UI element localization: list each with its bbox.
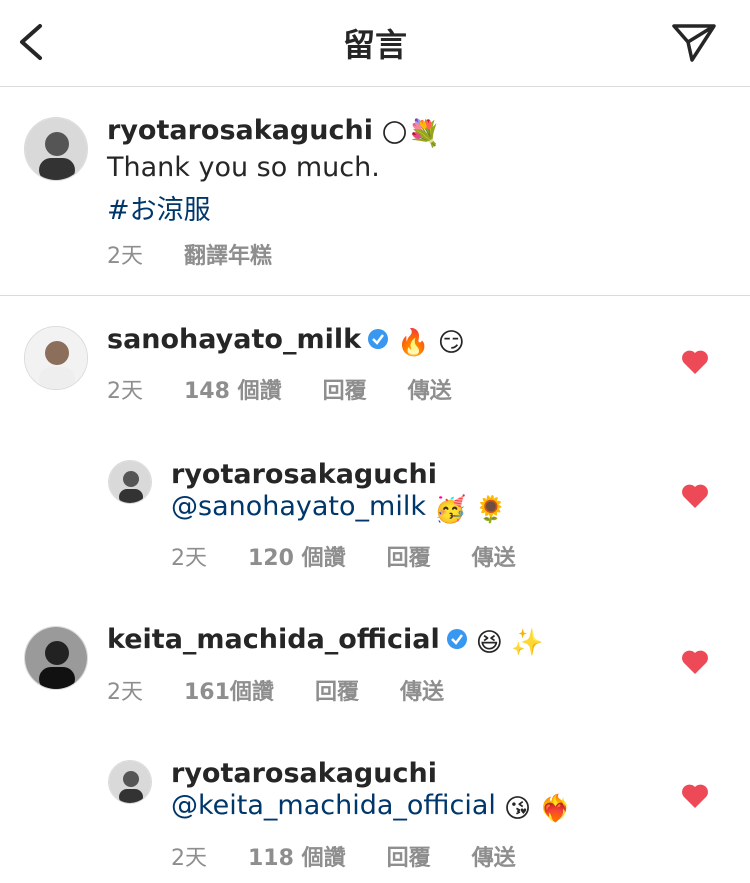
translate-link[interactable]: 翻譯年糕	[184, 244, 272, 269]
comment-username[interactable]: ryotarosakaguchi	[171, 459, 437, 490]
caption-meta: 2天 翻譯年糕	[107, 238, 306, 270]
likes-count[interactable]: 120 個讚	[248, 546, 346, 571]
caption-time: 2天	[107, 244, 143, 269]
comment-meta: 2天 148 個讚 回覆 傳送	[107, 373, 486, 405]
caption-hashtag[interactable]: #お涼服	[107, 188, 211, 227]
heart-icon[interactable]	[681, 783, 709, 809]
comment-emojis: 🔥 😏	[397, 328, 465, 358]
mention-link[interactable]: @keita_machida_official	[171, 790, 496, 821]
comment-username[interactable]: keita_machida_official	[107, 624, 440, 655]
likes-count[interactable]: 161個讚	[184, 680, 274, 705]
comment-meta: 2天 118 個讚 回覆 傳送	[171, 840, 550, 872]
post-caption: ryotarosakaguchi 🌕💐 Thank you so much. #お…	[0, 87, 750, 296]
avatar[interactable]	[108, 760, 152, 804]
caption-text: Thank you so much.	[107, 152, 380, 183]
top-bar: 留言	[0, 0, 750, 87]
likes-count[interactable]: 118 個讚	[248, 846, 346, 871]
avatar[interactable]	[24, 626, 88, 690]
comment-time: 2天	[107, 379, 143, 404]
comment-meta: 2天 161個讚 回覆 傳送	[107, 674, 478, 706]
verified-badge-icon	[368, 329, 389, 349]
send-direct-icon[interactable]	[670, 22, 718, 62]
avatar[interactable]	[24, 326, 88, 390]
share-button[interactable]: 傳送	[408, 379, 452, 404]
reply-button[interactable]: 回覆	[387, 546, 431, 571]
comment-username[interactable]: ryotarosakaguchi	[171, 758, 437, 789]
caption-emojis: 🌕💐	[380, 119, 441, 149]
heart-icon[interactable]	[681, 483, 709, 509]
share-button[interactable]: 傳送	[472, 846, 516, 871]
share-button[interactable]: 傳送	[472, 546, 516, 571]
comment-emojis: 😘 ❤️‍🔥	[503, 794, 572, 824]
heart-icon[interactable]	[681, 349, 709, 375]
caption-username[interactable]: ryotarosakaguchi	[107, 115, 373, 146]
heart-icon[interactable]	[681, 649, 709, 675]
verified-badge-icon	[446, 629, 467, 649]
likes-count[interactable]: 148 個讚	[184, 379, 282, 404]
reply-button[interactable]: 回覆	[387, 846, 431, 871]
comment-time: 2天	[171, 846, 207, 871]
mention-link[interactable]: @sanohayato_milk	[171, 491, 426, 522]
page-title: 留言	[342, 26, 407, 64]
avatar[interactable]	[108, 460, 152, 504]
avatar[interactable]	[24, 117, 88, 181]
comment-time: 2天	[107, 680, 143, 705]
comment-username[interactable]: sanohayato_milk	[107, 324, 361, 355]
share-button[interactable]: 傳送	[400, 680, 444, 705]
comment-emojis: 😆 ✨	[475, 628, 544, 658]
comment-meta: 2天 120 個讚 回覆 傳送	[171, 540, 550, 572]
comment-emojis: 🥳 🌻	[433, 495, 507, 525]
reply-button[interactable]: 回覆	[323, 379, 367, 404]
comment-time: 2天	[171, 546, 207, 571]
reply-button[interactable]: 回覆	[315, 680, 359, 705]
